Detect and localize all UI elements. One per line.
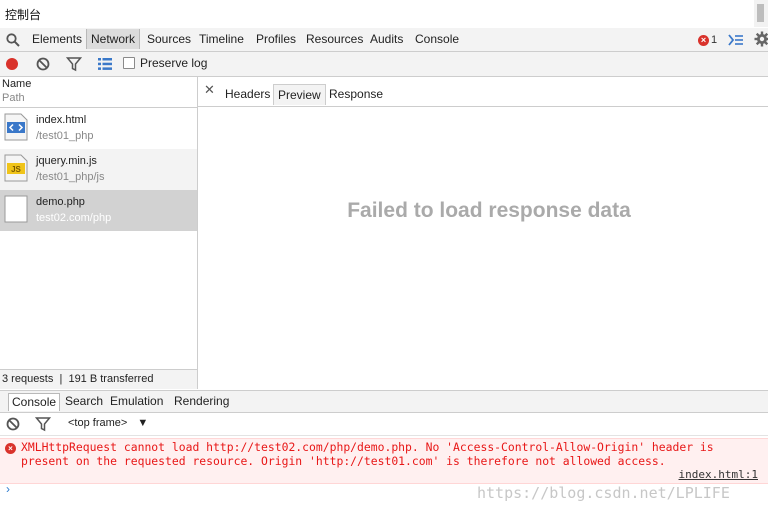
clear-console-icon[interactable] [5,416,21,432]
request-path: test02.com/php [36,212,112,224]
request-row[interactable]: index.html /test01_php [0,108,197,149]
svg-text:JS: JS [11,165,21,174]
drawer-tab-console[interactable]: Console [8,393,61,411]
console-prompt-icon[interactable]: › [6,482,10,496]
error-icon: × [5,443,16,454]
console-error-message: × XMLHttpRequest cannot load http://test… [0,438,768,484]
preserve-log-label: Preserve log [140,56,208,70]
window-title: 控制台 [5,8,42,22]
request-list: Name Path index.html /test01_php JS jque… [0,77,198,389]
network-status-bar: 3 requests | 191 B transferred [0,369,197,389]
close-icon[interactable]: ✕ [204,82,215,98]
gear-icon[interactable] [754,31,768,47]
tab-response[interactable]: Response [325,84,387,104]
error-count: 1 [711,34,718,46]
network-summary: 3 requests | 191 B transferred [2,373,154,385]
devtools-tabbar: Elements Network Sources Timeline Profil… [0,28,768,52]
frame-selector[interactable]: <top frame> ▼ [68,417,148,429]
column-header-name[interactable]: Name [2,78,31,90]
request-detail-panel: ✕ Headers Preview Response Failed to loa… [198,77,768,389]
tab-network[interactable]: Network [86,29,141,49]
drawer-tabbar: Console Search Emulation Rendering [0,390,768,413]
tab-headers[interactable]: Headers [221,84,274,104]
drawer-tab-search[interactable]: Search [62,393,106,410]
preserve-log-checkbox[interactable]: Preserve log [123,56,207,70]
tab-resources[interactable]: Resources [302,29,367,49]
checkbox-box[interactable] [123,57,135,69]
error-counter[interactable]: × 1 [698,33,717,47]
filter-icon[interactable] [35,416,51,432]
html-file-icon [4,113,28,141]
request-name: demo.php [36,196,85,208]
watermark: https://blog.csdn.net/LPLIFE [477,484,730,502]
tab-audits[interactable]: Audits [366,29,407,49]
window-titlebar: 控制台 [0,0,768,27]
request-list-header[interactable]: Name Path [0,77,197,108]
large-rows-icon[interactable] [97,56,113,72]
tab-elements[interactable]: Elements [28,29,86,49]
js-file-icon: JS [4,154,28,182]
error-icon: × [698,34,709,46]
show-drawer-icon[interactable] [728,32,744,48]
filter-icon[interactable] [66,56,82,72]
frame-selector-value: <top frame> [68,417,128,429]
drawer-tab-rendering[interactable]: Rendering [171,393,232,410]
console-toolbar: <top frame> ▼ [0,413,768,436]
request-path: /test01_php [36,130,94,142]
drawer-tab-emulation[interactable]: Emulation [107,393,166,410]
blank-file-icon [4,195,28,223]
search-icon[interactable] [5,32,21,48]
request-row[interactable]: JS jquery.min.js /test01_php/js [0,149,197,190]
scrollbar-thumb[interactable] [757,4,764,22]
tab-preview[interactable]: Preview [273,84,326,105]
scrollbar[interactable] [754,0,768,27]
chevron-down-icon: ▼ [137,417,149,429]
error-source-link[interactable]: index.html:1 [679,468,758,481]
request-row[interactable]: demo.php test02.com/php [0,190,197,231]
error-text: XMLHttpRequest cannot load http://test02… [21,440,721,468]
request-name: index.html [36,114,87,126]
tab-console[interactable]: Console [411,29,463,49]
preview-empty-message: Failed to load response data [347,199,631,222]
record-icon[interactable] [4,56,20,72]
tab-timeline[interactable]: Timeline [195,29,248,49]
column-header-path: Path [2,92,25,104]
request-path: /test01_php/js [36,171,105,183]
detail-tabbar: ✕ Headers Preview Response [198,77,768,107]
clear-icon[interactable] [35,56,51,72]
network-toolbar: Preserve log [0,52,768,77]
tab-sources[interactable]: Sources [143,29,195,49]
tab-profiles[interactable]: Profiles [252,29,300,49]
request-name: jquery.min.js [36,155,97,167]
